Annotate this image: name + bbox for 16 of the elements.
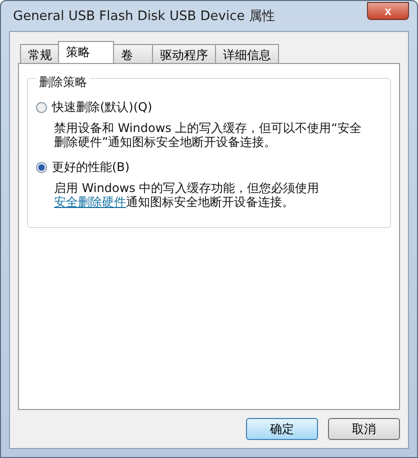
- radio-button[interactable]: [36, 162, 47, 173]
- tab[interactable]: 驱动程序: [152, 44, 216, 63]
- dialog-button[interactable]: 取消: [328, 418, 400, 440]
- option-label[interactable]: 更好的性能(B): [52, 159, 130, 176]
- option-description: 启用 Windows 中的写入缓存功能，但您必须使用 安全删除硬件通知图标安全地断开设备连接。: [54, 181, 320, 209]
- tab[interactable]: 卷: [113, 44, 153, 63]
- dialog-button[interactable]: 确定: [246, 418, 318, 440]
- option-description: 禁用设备和 Windows 上的写入缓存，但可以不使用“安全删除硬件”通知图标安全地断开设备连接。: [54, 121, 362, 149]
- link[interactable]: 安全删除硬件: [54, 195, 126, 209]
- tab[interactable]: 常规: [20, 44, 60, 63]
- window-title: General USB Flash Disk USB Device 属性: [12, 8, 275, 25]
- tab[interactable]: 策略: [58, 41, 114, 63]
- option-label[interactable]: 快速删除(默认)(Q): [52, 99, 152, 116]
- radio-button[interactable]: [36, 102, 47, 113]
- group-title: 删除策略: [36, 74, 90, 91]
- tab[interactable]: 详细信息: [215, 44, 279, 63]
